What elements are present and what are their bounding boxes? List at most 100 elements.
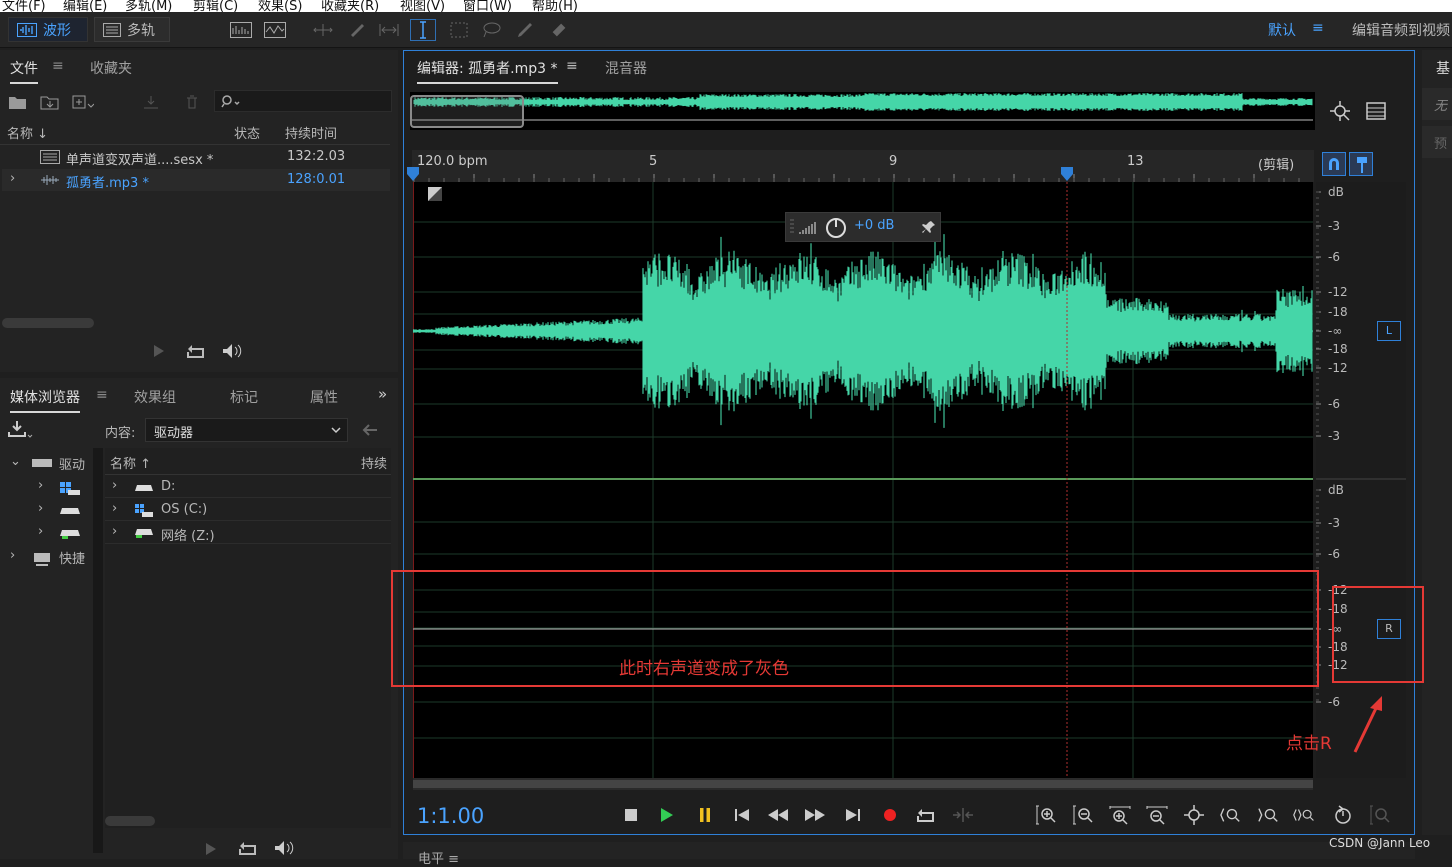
menu-item[interactable]: 文件(F) [2,0,46,12]
more-tabs-icon[interactable]: » [378,385,387,403]
zoom-out-amplitude-button[interactable] [1072,805,1094,825]
column-name[interactable]: 名称 ↑ [110,453,151,472]
marker-toggle-button[interactable] [1349,152,1373,176]
right-panel-item[interactable]: 无 [1422,88,1452,120]
files-search-input[interactable] [214,90,392,112]
hud-drag-handle-icon[interactable] [789,218,795,236]
tree-splitter[interactable] [93,448,103,853]
menu-item[interactable]: 剪辑(C) [193,0,238,12]
stop-button[interactable] [620,806,642,824]
tab-levels[interactable]: 电平 ≡ [418,848,459,867]
loop-playback-button[interactable] [915,806,937,824]
back-arrow-icon[interactable] [362,424,378,436]
waveform-display[interactable]: +0 dB [413,182,1313,778]
spot-healing-tool-icon[interactable] [546,19,572,41]
move-to-previous-button[interactable] [731,806,753,824]
overview-viewport-handle[interactable] [410,95,524,128]
pitch-view-icon[interactable] [262,19,288,41]
zoom-selection-button[interactable] [1293,806,1315,824]
zoom-full-button[interactable] [1183,805,1205,825]
tab-favorites[interactable]: 收藏夹 [90,58,132,78]
zoom-in-selection-end-button[interactable] [1258,806,1280,824]
right-panel-item[interactable]: 预 [1422,126,1452,158]
menu-item[interactable]: 帮助(H) [532,0,578,12]
tab-markers[interactable]: 标记 [230,387,258,407]
zoom-in-amplitude-button[interactable] [1035,805,1057,825]
tab-media-browser[interactable]: 媒体浏览器 [10,387,80,413]
workspace-menu-icon[interactable]: ≡ [1312,20,1324,36]
fast-forward-button[interactable] [804,806,826,824]
tab-editor[interactable]: 编辑器: 孤勇者.mp3 * [417,58,558,84]
auto-play-speaker-icon[interactable] [272,839,300,857]
files-panel-menu-icon[interactable]: ≡ [52,58,64,74]
menu-item[interactable]: 编辑(E) [63,0,107,12]
file-row[interactable]: 单声道变双声道....sesx * 132:2.03 [2,146,390,168]
column-duration[interactable]: 持续时间 [285,123,337,142]
overview-navigator[interactable] [410,92,1315,130]
tree-root-label[interactable]: 驱动 [59,454,85,473]
move-tool-icon[interactable] [310,19,336,41]
expand-chevron-icon[interactable]: › [38,501,43,516]
expand-chevron-icon[interactable]: › [10,171,15,186]
timecode-display[interactable]: 1:1.00 [417,804,484,828]
zoom-in-selection-start-button[interactable] [1220,806,1242,824]
editor-panel-menu-icon[interactable]: ≡ [566,58,578,74]
snap-toggle-button[interactable] [1322,152,1346,176]
list-item[interactable]: › 网络 (Z:) [105,522,391,544]
import-file-icon[interactable] [40,94,62,110]
waveform-mode-button[interactable]: 波形 [8,17,88,42]
insert-icon[interactable] [142,94,164,110]
clip-gain-envelope-toggle-icon[interactable] [428,187,442,201]
auto-play-speaker-icon[interactable] [220,342,248,360]
zoom-to-selection-icon[interactable] [1329,100,1353,124]
razor-tool-icon[interactable] [344,19,370,41]
list-item[interactable]: › D: [105,476,391,498]
menu-item[interactable]: 效果(S) [258,0,302,12]
expand-chevron-icon[interactable]: › [38,524,43,539]
playhead-start-marker-icon[interactable] [406,166,420,182]
play-preview-icon[interactable] [204,842,218,856]
menu-item[interactable]: 窗口(W) [463,0,512,12]
tree-shortcut-label[interactable]: 快捷 [59,548,85,567]
brush-tool-icon[interactable] [512,19,538,41]
marquee-tool-icon[interactable] [446,19,472,41]
multitrack-mode-button[interactable]: 多轨 [94,17,170,42]
spectral-frequency-toggle-icon[interactable] [1366,102,1386,120]
pin-icon[interactable] [922,220,936,234]
tab-files[interactable]: 文件 [10,58,38,84]
spectral-view-icon[interactable] [228,19,254,41]
content-select[interactable]: 驱动器 [145,418,348,442]
menu-item[interactable]: 多轨(M) [125,0,172,12]
hud-volume-control[interactable]: +0 dB [785,212,941,242]
skip-selection-button[interactable] [952,806,974,824]
zoom-out-time-button[interactable] [1146,806,1168,825]
lasso-tool-icon[interactable] [478,19,504,41]
record-button[interactable] [879,806,901,824]
timeline-ruler[interactable]: 120.0 bpm 5 9 13 (剪辑) [412,150,1314,182]
timeline-scrollbar-thumb[interactable] [413,780,1313,788]
horizontal-scrollbar[interactable] [105,816,155,826]
playhead-marker-icon[interactable] [1060,166,1074,182]
list-item[interactable]: › OS (C:) [105,499,391,521]
tab-effects-rack[interactable]: 效果组 [134,387,176,407]
move-to-next-button[interactable] [842,806,864,824]
zoom-in-time-button[interactable] [1109,806,1131,825]
timeline-scrollbar[interactable] [413,778,1313,790]
open-folder-icon[interactable] [8,94,28,110]
left-channel-toggle[interactable]: L [1377,321,1401,341]
hud-gain-value[interactable]: +0 dB [854,218,894,233]
collapse-chevron-icon[interactable]: ⌄ [10,454,21,469]
download-icon[interactable] [8,420,34,440]
menu-item[interactable]: 收藏夹(R) [321,0,379,12]
zoom-reset-button[interactable] [1332,805,1354,824]
workspace-default[interactable]: 默认 [1268,20,1296,40]
time-selection-tool-icon[interactable] [410,19,436,41]
rewind-button[interactable] [767,806,789,824]
zoom-custom-button[interactable] [1369,805,1391,825]
slip-tool-icon[interactable] [376,19,402,41]
volume-knob-icon[interactable] [824,216,848,240]
pause-button[interactable] [694,806,716,824]
play-button[interactable] [656,806,678,824]
horizontal-scrollbar[interactable] [2,318,94,328]
menu-item[interactable]: 视图(V) [400,0,445,12]
